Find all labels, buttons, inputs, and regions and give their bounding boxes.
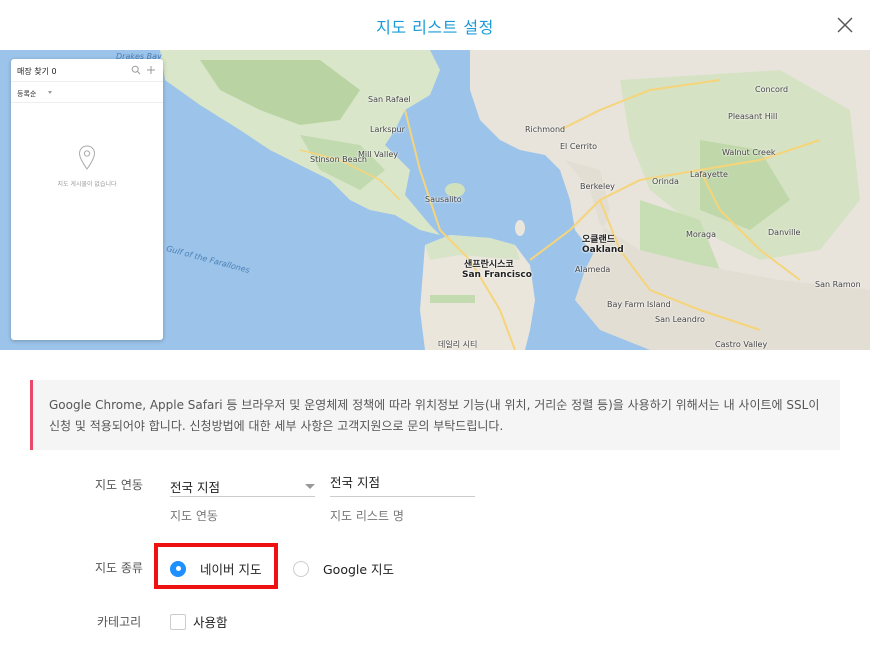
dialog-title: 지도 리스트 설정 xyxy=(376,18,494,37)
map-label-sf-kr: 샌프란시스코 xyxy=(464,260,514,270)
map-list-name-helper: 지도 리스트 명 xyxy=(330,509,404,523)
map-label-larkspur: Larkspur xyxy=(370,125,405,134)
map-label-pleasant-hill: Pleasant Hill xyxy=(728,112,778,121)
map-link-label: 지도 연동 xyxy=(95,478,143,492)
dialog-header: 지도 리스트 설정 xyxy=(0,0,870,50)
map-label-oakland-kr: 오클랜드 xyxy=(582,235,616,245)
category-use-checkbox[interactable]: 사용함 xyxy=(170,612,228,631)
ssl-notice: Google Chrome, Apple Safari 등 브라우저 및 운영체… xyxy=(30,380,840,450)
caret-down-icon xyxy=(305,484,315,489)
map-label-lafayette: Lafayette xyxy=(690,170,728,179)
store-panel-header: 매장 찾기 0 xyxy=(11,59,163,82)
radio-google-map-circle[interactable] xyxy=(293,560,309,577)
map-label-concord: Concord xyxy=(755,85,789,94)
map-label-el-cerrito: El Cerrito xyxy=(560,142,598,151)
map-label-sausalito: Sausalito xyxy=(425,195,462,204)
map-label-san-ramon: San Ramon xyxy=(815,280,861,289)
highlight-box xyxy=(154,543,278,589)
sort-label: 등록순 xyxy=(17,90,37,98)
category-label: 카테고리 xyxy=(97,615,142,629)
map-label-danville: Danville xyxy=(768,228,801,237)
sort-dropdown[interactable]: 등록순 xyxy=(11,82,163,103)
map-pin-icon xyxy=(78,145,96,170)
caret-down-icon xyxy=(48,91,52,94)
store-panel-title: 매장 찾기 0 xyxy=(17,67,57,76)
radio-google-map[interactable]: Google 지도 xyxy=(293,559,394,578)
close-icon xyxy=(837,17,853,33)
notice-text: Google Chrome, Apple Safari 등 브라우저 및 운영체… xyxy=(49,398,820,433)
radio-google-map-label: Google 지도 xyxy=(323,562,395,577)
map-label-daly-city: 데일리 시티 xyxy=(438,340,478,349)
map-label-san-leandro: San Leandro xyxy=(655,315,705,324)
empty-message: 지도 게시물이 없습니다 xyxy=(57,181,117,188)
map-label-moraga: Moraga xyxy=(686,230,716,239)
map-label-richmond: Richmond xyxy=(525,125,566,134)
map-label-berkeley: Berkeley xyxy=(580,182,615,191)
map-link-helper: 지도 연동 xyxy=(170,509,218,523)
map-label-san-rafael: San Rafael xyxy=(368,95,411,104)
map-label-stinson-beach: Stinson Beach xyxy=(310,155,367,164)
map-label-bay-farm-island: Bay Farm Island xyxy=(607,300,671,309)
plus-icon[interactable] xyxy=(146,65,156,75)
map-preview: Drakes Bay Gulf of the Farallones San Ra… xyxy=(0,50,870,350)
map-link-select[interactable]: 전국 지점 xyxy=(170,473,315,497)
close-button[interactable] xyxy=(836,16,854,34)
category-use-label: 사용함 xyxy=(193,615,228,630)
map-label-walnut-creek: Walnut Creek xyxy=(722,148,776,157)
map-label-sf-en: San Francisco xyxy=(462,270,532,280)
map-label-castro-valley: Castro Valley xyxy=(715,340,768,349)
checkbox-box[interactable] xyxy=(170,613,186,630)
search-icon[interactable] xyxy=(131,65,141,75)
map-label-alameda: Alameda xyxy=(575,265,611,274)
map-type-label: 지도 종류 xyxy=(95,561,143,575)
map-label-orinda: Orinda xyxy=(652,177,679,186)
store-list-panel: 매장 찾기 0 등록순 지도 게시물이 없습니다 xyxy=(11,59,163,340)
map-list-name-input[interactable] xyxy=(330,473,475,497)
map-link-select-value: 전국 지점 xyxy=(170,480,220,495)
map-label-oakland: Oakland xyxy=(582,245,624,255)
